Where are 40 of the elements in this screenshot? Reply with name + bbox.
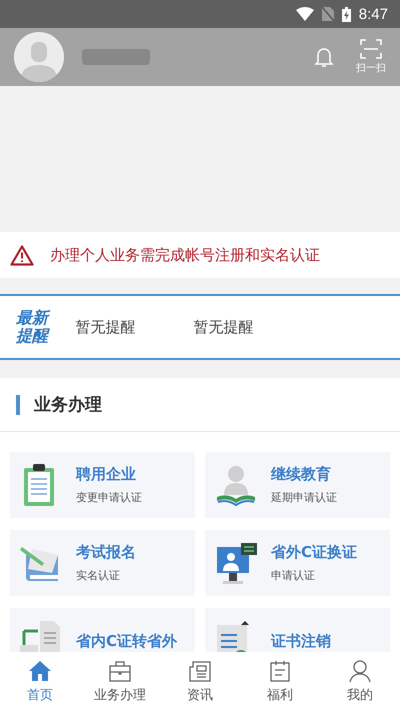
no-sim-icon xyxy=(322,7,334,21)
service-subtitle: 变更申请认证 xyxy=(76,490,142,505)
service-title: 证书注销 xyxy=(271,632,331,650)
avatar-icon[interactable] xyxy=(14,32,64,82)
service-card[interactable]: 考试报名 实名认证 xyxy=(10,530,195,596)
service-card[interactable]: 证书注销 xyxy=(205,608,390,652)
nav-tab[interactable]: 首页 xyxy=(0,652,80,710)
bell-icon[interactable] xyxy=(314,46,334,68)
reminder-text: 暂无提醒 xyxy=(194,318,255,336)
service-card[interactable]: 省外C证换证 申请认证 xyxy=(205,530,390,596)
person-icon xyxy=(348,658,372,682)
monitor-chat-icon xyxy=(215,541,259,585)
username-placeholder xyxy=(82,49,150,65)
briefcase-icon xyxy=(108,658,132,682)
service-subtitle: 延期申请认证 xyxy=(271,490,337,505)
newspaper-icon xyxy=(188,658,212,682)
home-icon xyxy=(28,658,52,682)
service-title: 聘用企业 xyxy=(76,465,137,484)
warning-icon xyxy=(10,244,34,266)
calendar-icon xyxy=(268,658,292,682)
service-title: 继续教育 xyxy=(271,465,332,484)
service-card[interactable]: 继续教育 延期申请认证 xyxy=(205,452,390,518)
nav-tab[interactable]: 业务办理 xyxy=(80,652,160,710)
nav-tab[interactable]: 我的 xyxy=(320,652,400,710)
service-card[interactable]: 省内C证转省外 xyxy=(10,608,195,652)
section-title: 业务办理 xyxy=(34,394,102,416)
service-title: 考试报名 xyxy=(76,543,136,562)
service-subtitle: 实名认证 xyxy=(76,568,121,583)
reminder-text: 暂无提醒 xyxy=(76,318,137,336)
service-title: 省外C证换证 xyxy=(271,543,358,562)
service-card[interactable]: 聘用企业 变更申请认证 xyxy=(10,452,195,518)
nav-tab[interactable]: 资讯 xyxy=(160,652,240,710)
service-subtitle: 申请认证 xyxy=(271,568,316,583)
nav-tab[interactable]: 福利 xyxy=(240,652,320,710)
battery-charging-icon xyxy=(342,6,351,22)
reminder-heading: 最新提醒 xyxy=(16,309,58,345)
notice-text: 办理个人业务需完成帐号注册和实名认证 xyxy=(50,246,320,264)
wifi-icon xyxy=(296,7,314,21)
status-time: 8:47 xyxy=(358,6,388,22)
service-title: 省内C证转省外 xyxy=(76,632,178,650)
